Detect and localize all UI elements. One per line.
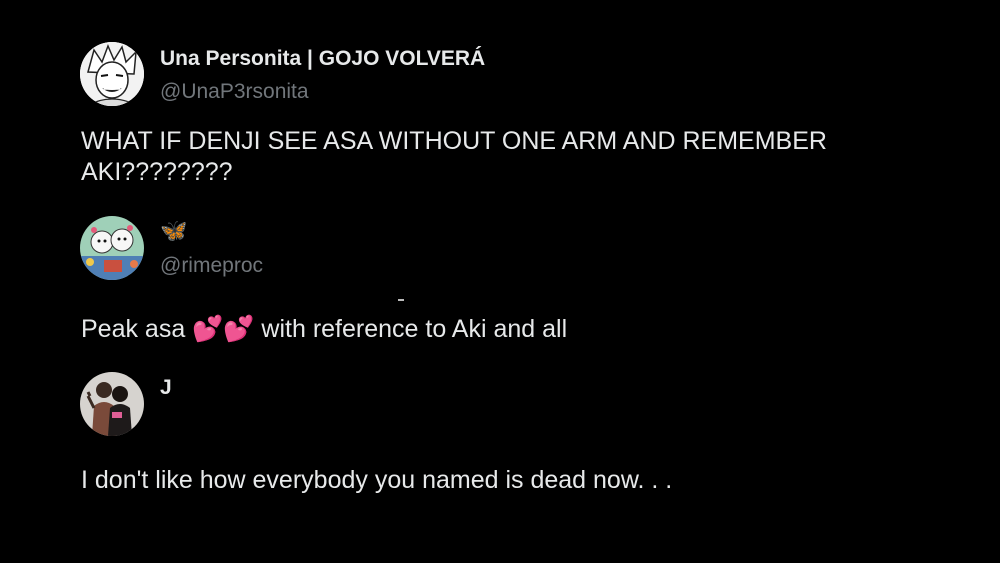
post-text-before: Peak asa — [81, 315, 186, 343]
post-text: WHAT IF DENJI SEE ASA WITHOUT ONE ARM AN… — [81, 127, 827, 186]
post-author-name[interactable]: J — [160, 376, 172, 400]
divider-mark — [398, 299, 404, 301]
post-text-after: with reference to Aki and all — [261, 315, 568, 343]
manga-character-avatar-icon[interactable] — [80, 42, 144, 106]
post-author-handle[interactable]: @rimeproc — [160, 254, 263, 278]
post-author-name[interactable]: Una Personita | GOJO VOLVERÁ — [160, 47, 485, 71]
heart-emoji: 💕💕 — [192, 315, 255, 343]
post-text: I don't like how everybody you named is … — [81, 466, 673, 494]
post-author-name[interactable]: 🦋 — [160, 218, 187, 244]
post-author-handle[interactable]: @UnaP3rsonita — [160, 80, 309, 104]
two-people-photo-avatar-icon[interactable] — [80, 372, 144, 436]
post-text: Peak asa 💕💕 with reference to Aki and al… — [81, 314, 901, 345]
cartoon-characters-avatar-icon[interactable] — [80, 216, 144, 280]
